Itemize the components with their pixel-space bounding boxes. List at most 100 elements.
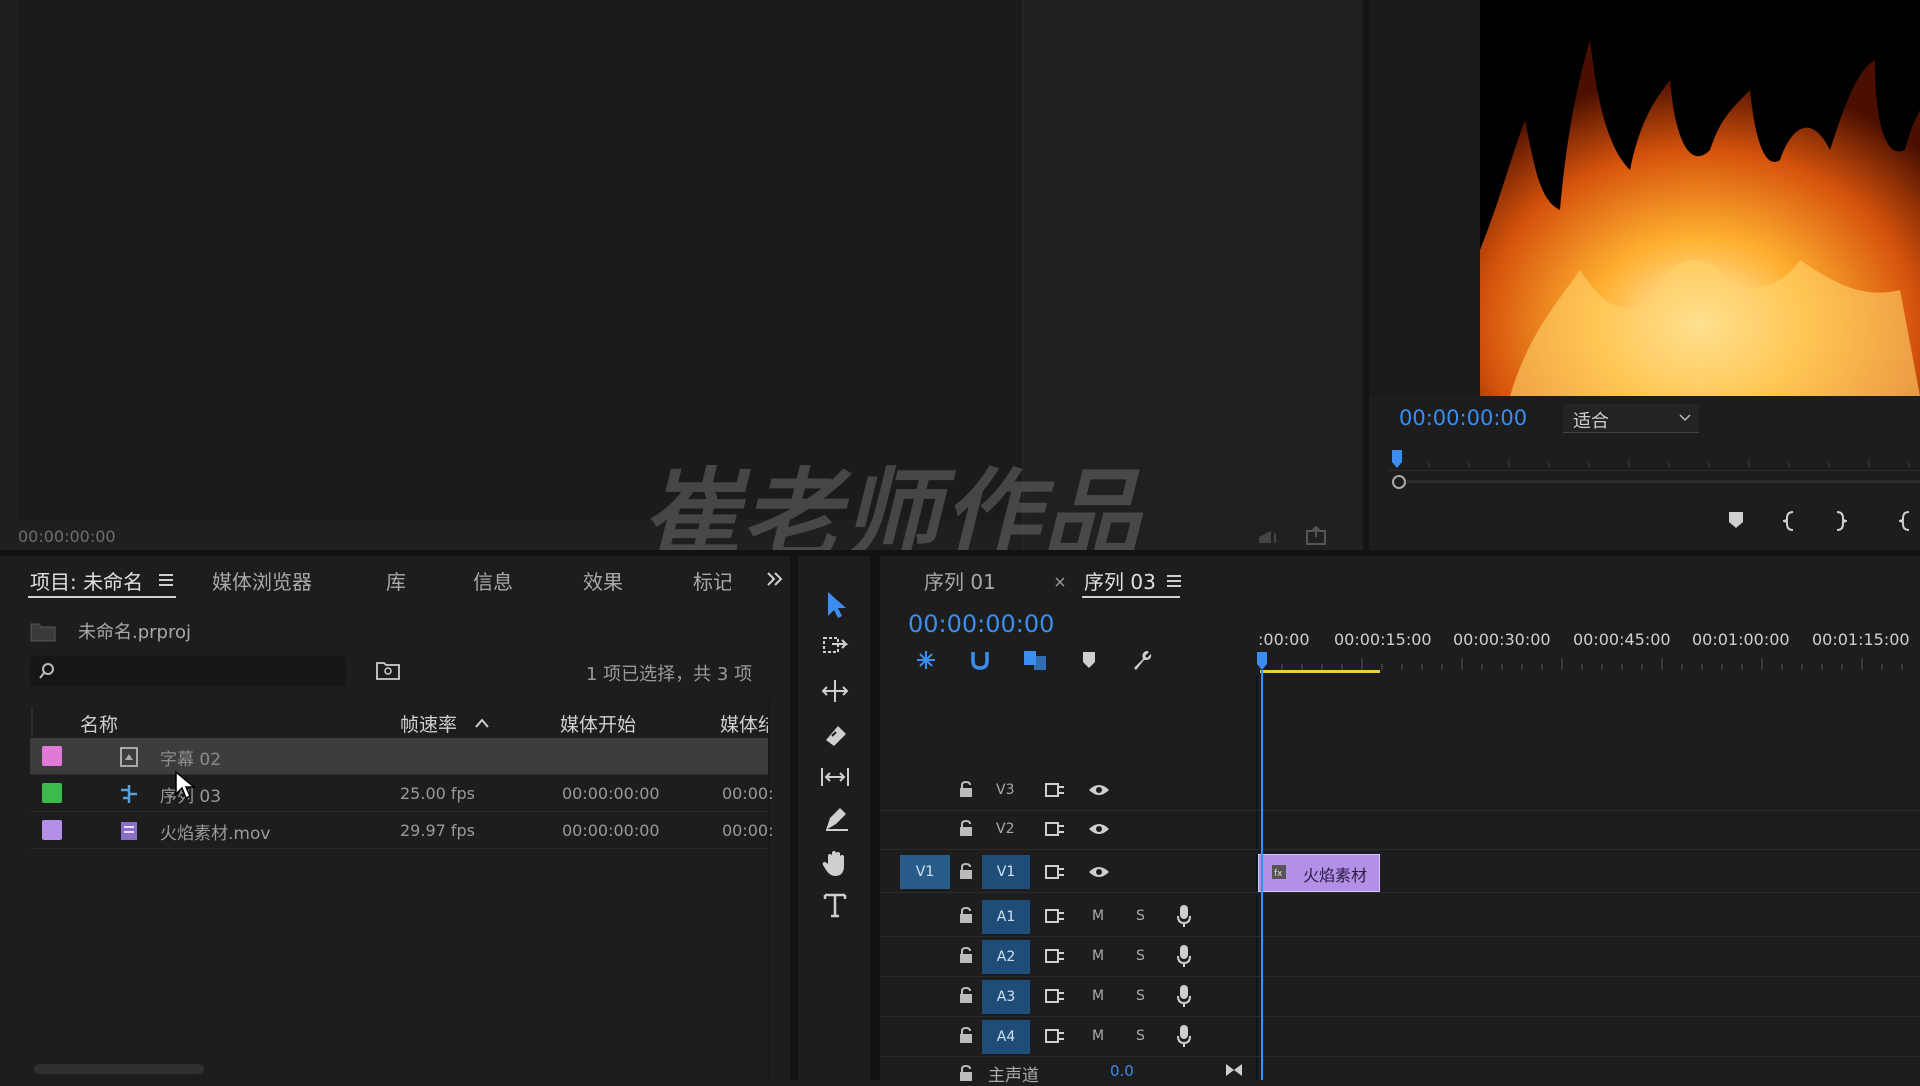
panel-menu-icon[interactable] [158,573,174,587]
microphone-icon[interactable] [1176,904,1192,928]
video-clip-icon [121,822,137,840]
tab-effects[interactable]: 效果 [583,566,623,595]
ripple-edit-tool-icon[interactable] [818,674,852,708]
lock-icon[interactable] [958,986,974,1004]
microphone-icon[interactable] [1176,944,1192,968]
work-area-bar[interactable] [1260,670,1380,673]
sync-lock-icon[interactable] [1044,988,1066,1004]
track-target-a1[interactable]: A1 [982,900,1030,934]
column-frame-rate[interactable]: 帧速率 [400,710,457,737]
program-timecode[interactable]: 00:00:00:00 [1399,406,1527,430]
track-target-v1[interactable]: V1 [982,855,1030,889]
sync-lock-icon[interactable] [1044,1028,1066,1044]
sync-lock-icon[interactable] [1044,864,1066,880]
wrench-icon[interactable] [1130,648,1154,672]
solo-button[interactable]: S [1136,988,1145,1004]
mark-out-icon[interactable] [1833,510,1847,532]
mark-in-icon[interactable] [1783,510,1797,532]
track-target-a2[interactable]: A2 [982,940,1030,974]
zoom-dropdown[interactable]: 适合 [1563,404,1699,433]
tab-project[interactable]: 项目: 未命名 [30,566,143,595]
track-target-a4[interactable]: A4 [982,1020,1030,1054]
close-tab-icon[interactable] [1054,576,1066,588]
go-to-in-icon[interactable] [1899,510,1913,532]
track-select-tool-icon[interactable] [818,630,852,664]
type-tool-icon[interactable] [818,888,852,922]
timeline-clip[interactable]: fx 火焰素材 [1258,854,1380,892]
solo-button[interactable]: S [1136,1028,1145,1044]
column-media-end[interactable]: 媒体结 [720,710,768,737]
selection-tool-icon[interactable] [818,588,852,622]
lock-icon[interactable] [958,1064,974,1082]
hand-tool-icon[interactable] [818,846,852,880]
add-marker-icon[interactable] [1080,650,1098,670]
sync-lock-icon[interactable] [1044,908,1066,924]
go-to-end-icon[interactable] [1224,1062,1244,1078]
project-scrollbar[interactable] [34,1064,204,1074]
eye-icon[interactable] [1088,864,1110,880]
program-playhead-icon[interactable] [1391,450,1403,470]
zoom-scroll-handle-icon[interactable] [1391,474,1407,490]
sync-lock-icon[interactable] [1044,782,1066,798]
list-item[interactable]: 火焰素材.mov 29.97 fps 00:00:00:00 00:00: [30,812,774,849]
eye-icon[interactable] [1088,821,1110,837]
search-input[interactable] [30,656,346,686]
column-media-start[interactable]: 媒体开始 [560,710,636,737]
tab-libraries[interactable]: 库 [386,566,406,595]
tab-media-browser[interactable]: 媒体浏览器 [212,566,312,595]
pen-tool-icon[interactable] [818,802,852,836]
lock-icon[interactable] [958,946,974,964]
timeline-menu-icon[interactable] [1166,574,1182,588]
label-color-swatch[interactable] [42,783,62,803]
microphone-icon[interactable] [1176,984,1192,1008]
nest-sequence-icon[interactable] [914,648,938,672]
time-ruler[interactable]: :00:00 00:00:15:00 00:00:30:00 00:00:45:… [1258,622,1920,674]
list-item[interactable]: 序列 03 25.00 fps 00:00:00:00 00:00: [30,775,774,812]
eye-icon[interactable] [1088,782,1110,798]
lock-icon[interactable] [958,819,974,837]
slip-tool-icon[interactable] [818,760,852,794]
fire-video-frame[interactable] [1480,0,1920,396]
tab-info[interactable]: 信息 [473,566,513,595]
lock-icon[interactable] [958,1026,974,1044]
mute-button[interactable]: M [1092,908,1104,924]
new-search-bin-icon[interactable] [376,660,400,680]
source-patch-v1[interactable]: V1 [900,855,950,889]
linked-selection-icon[interactable] [1022,648,1048,672]
track-a3: A3 M S [880,978,1920,1017]
sync-lock-icon[interactable] [1044,948,1066,964]
timeline-playhead-icon[interactable] [1256,652,1268,672]
timeline-timecode[interactable]: 00:00:00:00 [908,610,1054,638]
solo-button[interactable]: S [1136,908,1145,924]
lock-icon[interactable] [958,862,974,880]
track-v1: V1 V1 fx 火焰素材 [880,852,1920,893]
microphone-icon[interactable] [1176,1024,1192,1048]
lock-icon[interactable] [958,780,974,798]
mute-button[interactable]: M [1092,1028,1104,1044]
program-ruler[interactable] [1389,448,1920,471]
program-scrollbar[interactable] [1407,480,1920,483]
list-item[interactable]: 字幕 02 [30,738,768,775]
razor-tool-icon[interactable] [818,718,852,752]
tab-sequence-03[interactable]: 序列 03 [1084,566,1156,595]
sort-ascending-icon[interactable] [474,718,490,728]
label-color-swatch[interactable] [42,820,62,840]
add-marker-icon[interactable] [1727,510,1745,530]
tab-markers[interactable]: 标记 [693,566,731,595]
solo-button[interactable]: S [1136,948,1145,964]
mute-button[interactable]: M [1092,948,1104,964]
lock-icon[interactable] [958,906,974,924]
export-frame-icon[interactable] [1305,525,1329,547]
source-timecode[interactable]: 00:00:00:00 [18,527,116,546]
more-tabs-icon[interactable] [766,571,784,587]
column-name[interactable]: 名称 [80,710,118,737]
insert-icon[interactable] [1257,527,1281,547]
master-volume[interactable]: 0.0 [1110,1062,1134,1080]
sync-lock-icon[interactable] [1044,821,1066,837]
label-color-swatch[interactable] [42,746,62,766]
tab-sequence-01[interactable]: 序列 01 [924,566,996,595]
track-target-a3[interactable]: A3 [982,980,1030,1014]
snap-icon[interactable] [968,648,992,672]
mute-button[interactable]: M [1092,988,1104,1004]
track-v2: V2 [880,811,1920,850]
